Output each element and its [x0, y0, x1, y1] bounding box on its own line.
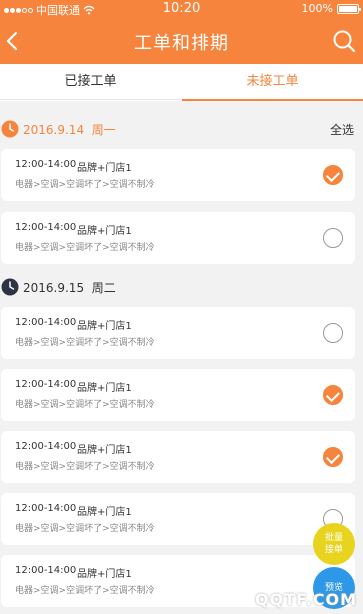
search-icon[interactable]	[332, 29, 356, 53]
order-store: 品牌+门店1	[77, 321, 132, 332]
page-title: 工单和排期	[134, 33, 229, 54]
order-time: 12:00-14:00	[15, 222, 77, 233]
order-store: 品牌+门店1	[77, 226, 132, 237]
order-card[interactable]: 12:00-14:00 品牌+门店1 电器>空调>空调坏了>空调不制冷	[1, 431, 355, 483]
nav-bar: 工单和排期	[0, 18, 363, 64]
watermark: QQTF.COM	[255, 590, 358, 609]
batch-accept-label-2: 接单	[324, 545, 343, 555]
order-checkbox[interactable]	[323, 165, 343, 185]
tab-unaccepted-orders[interactable]: 未接工单	[182, 64, 363, 101]
order-time: 12:00-14:00	[15, 441, 77, 452]
order-checkbox[interactable]	[323, 447, 343, 467]
order-category-path: 电器>空调>空调坏了>空调不制冷	[15, 180, 155, 190]
order-store: 品牌+门店1	[77, 383, 132, 394]
clock-icon	[1, 120, 19, 138]
battery-percent: 100%	[301, 2, 333, 15]
battery-icon	[337, 3, 361, 14]
order-store: 品牌+门店1	[77, 163, 132, 174]
order-card[interactable]: 12:00-14:00 品牌+门店1 电器>空调>空调坏了>空调不制冷	[1, 369, 355, 421]
order-card[interactable]: 12:00-14:00 品牌+门店1 电器>空调>空调坏了>空调不制冷	[1, 212, 355, 264]
tab-bar: 已接工单 未接工单	[0, 64, 363, 101]
order-store: 品牌+门店1	[77, 445, 132, 456]
order-time: 12:00-14:00	[15, 159, 77, 170]
order-checkbox[interactable]	[323, 323, 343, 343]
order-store: 品牌+门店1	[77, 569, 132, 580]
date-group-header: 2016.9.14 周一 全选	[0, 109, 363, 149]
status-right: 100%	[301, 2, 361, 15]
order-card[interactable]: 12:00-14:00 品牌+门店1 电器>空调>空调坏了>空调不制冷	[1, 149, 355, 201]
order-category-path: 电器>空调>空调坏了>空调不制冷	[15, 338, 155, 348]
batch-accept-button[interactable]: 批量 接单	[313, 523, 355, 565]
status-bar: 中国联通 10:20 100%	[0, 0, 363, 18]
order-category-path: 电器>空调>空调坏了>空调不制冷	[15, 243, 155, 253]
order-checkbox[interactable]	[323, 385, 343, 405]
order-category-path: 电器>空调>空调坏了>空调不制冷	[15, 462, 155, 472]
date-label: 2016.9.15 周二	[23, 281, 116, 295]
order-time: 12:00-14:00	[15, 565, 77, 576]
order-list: 2016.9.14 周一 全选 12:00-14:00 品牌+门店1 电器>空调…	[0, 101, 363, 614]
order-category-path: 电器>空调>空调坏了>空调不制冷	[15, 524, 155, 534]
order-time: 12:00-14:00	[15, 317, 77, 328]
order-card[interactable]: 12:00-14:00 品牌+门店1 电器>空调>空调坏了>空调不制冷	[1, 307, 355, 359]
select-all-button[interactable]: 全选	[330, 121, 354, 138]
date-group-header: 2016.9.15 周二	[0, 267, 363, 307]
order-time: 12:00-14:00	[15, 379, 77, 390]
batch-accept-label-1: 批量	[324, 533, 343, 543]
order-category-path: 电器>空调>空调坏了>空调不制冷	[15, 400, 155, 410]
date-label: 2016.9.14 周一	[23, 123, 116, 137]
clock-icon	[1, 278, 19, 296]
order-store: 品牌+门店1	[77, 507, 132, 518]
order-time: 12:00-14:00	[15, 503, 77, 514]
tab-accepted-orders[interactable]: 已接工单	[0, 64, 181, 100]
order-checkbox[interactable]	[323, 228, 343, 248]
order-card[interactable]: 12:00-14:00 品牌+门店1 电器>空调>空调坏了>空调不制冷	[1, 493, 355, 545]
order-category-path: 电器>空调>空调坏了>空调不制冷	[15, 586, 155, 596]
